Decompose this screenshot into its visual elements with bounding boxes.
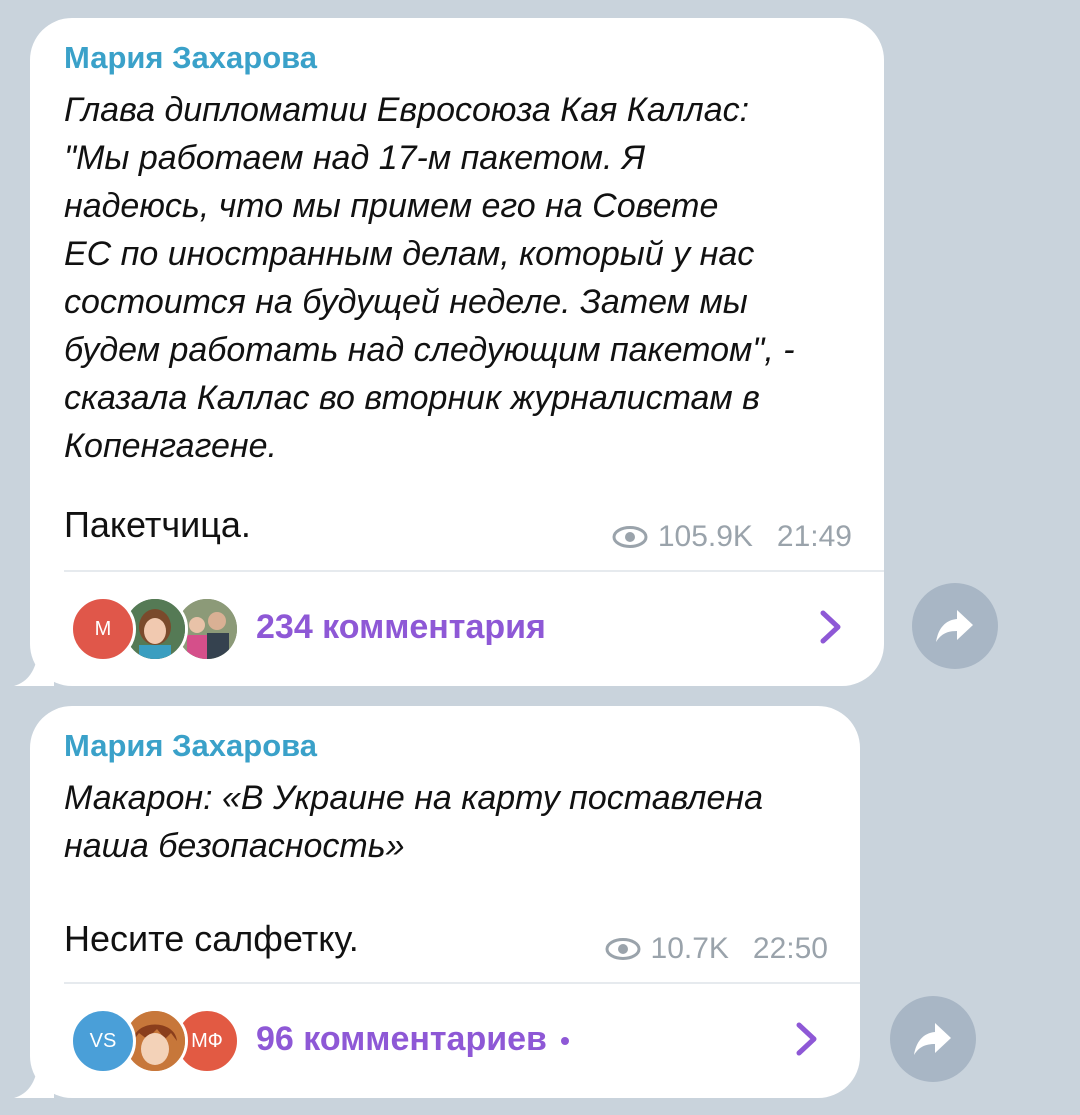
- divider: [64, 570, 884, 572]
- post-quote: Макарон: «В Украине на карту поставлена …: [64, 779, 763, 865]
- eye-icon: [605, 938, 641, 960]
- avatar: М: [70, 596, 136, 662]
- eye-icon: [612, 526, 648, 548]
- post-author[interactable]: Мария Захарова: [64, 40, 317, 76]
- share-button[interactable]: [912, 583, 998, 669]
- post-comment-text: Пакетчица.: [64, 504, 251, 545]
- post-time: 22:50: [752, 932, 828, 965]
- comments-count-label[interactable]: 96 комментариев: [256, 1020, 569, 1059]
- divider: [64, 982, 860, 984]
- post-meta: 10.7K 22:50: [605, 932, 828, 966]
- post-meta: 105.9K 21:49: [612, 520, 852, 554]
- view-count: 105.9K: [657, 520, 753, 553]
- share-arrow-icon: [914, 1023, 951, 1055]
- share-arrow-icon: [936, 610, 973, 642]
- share-button[interactable]: [890, 996, 976, 1082]
- post-time: 21:49: [776, 520, 852, 553]
- unread-dot: [560, 1036, 569, 1045]
- view-count: 10.7K: [650, 932, 729, 965]
- post-quote: Глава дипломатии Евросоюза Кая Каллас: "…: [64, 91, 795, 465]
- channel-post[interactable]: Мария Захарова Глава дипломатии Евросоюз…: [30, 18, 884, 686]
- comments-count-label[interactable]: 234 комментария: [256, 608, 546, 647]
- chevron-right-icon[interactable]: [810, 607, 850, 647]
- channel-post[interactable]: Мария Захарова Макарон: «В Украине на ка…: [30, 706, 860, 1098]
- commenter-avatars: М: [70, 592, 240, 662]
- post-comment-text: Несите салфетку.: [64, 918, 359, 959]
- chevron-right-icon[interactable]: [786, 1019, 826, 1059]
- comments-button[interactable]: VS МФ 96 комментариев: [30, 1002, 860, 1076]
- post-author[interactable]: Мария Захарова: [64, 728, 317, 764]
- avatar: VS: [70, 1008, 136, 1074]
- comments-button[interactable]: М 234 комментария: [30, 590, 884, 664]
- commenter-avatars: VS МФ: [70, 1004, 240, 1074]
